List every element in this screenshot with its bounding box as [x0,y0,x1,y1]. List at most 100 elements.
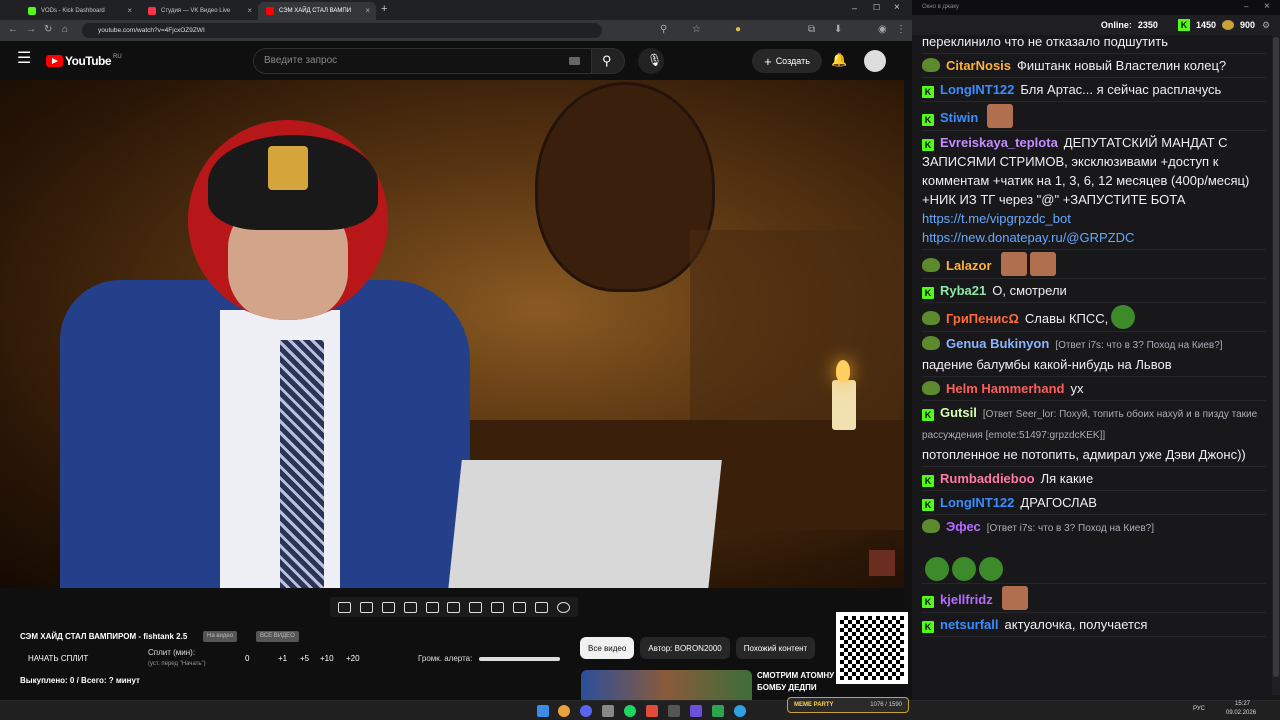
search-icon[interactable]: ⚲ [660,24,667,36]
clock-time[interactable]: 15:27 [1228,701,1250,707]
download-icon[interactable]: ⬇ [834,24,842,36]
close-window-icon[interactable]: × [894,2,900,13]
maximize-icon[interactable]: ☐ [873,3,880,12]
badge-on-video[interactable]: На видео [203,631,238,642]
menu-dots-icon[interactable]: ⋮ [896,24,906,36]
chip-similar[interactable]: Похожий контент [735,637,816,659]
close-icon[interactable]: × [1264,1,1270,12]
chat-window-title: Окно в джаку [912,0,1280,15]
channel-watermark[interactable] [869,550,895,576]
video-player[interactable] [0,80,905,588]
chat-message: Эфес [Ответ i7s: что в 3? Поход на Киев?] [922,515,1266,584]
youtube-icon [266,7,274,15]
tab-vk-studio[interactable]: Студия — VK Видео Live × [140,2,258,20]
app-icon[interactable] [668,705,680,717]
loop-icon[interactable] [338,601,352,613]
extension-icon[interactable]: ● [735,24,741,36]
star-icon[interactable]: ☆ [692,24,701,36]
clapper-icon[interactable] [403,601,417,613]
discord-icon[interactable] [580,705,592,717]
chat-username[interactable]: ГриПенисΩ [946,311,1019,326]
overlay-toolbar [330,597,578,617]
add-20-button[interactable]: +20 [346,654,360,663]
search-input[interactable]: Введите запрос [253,48,593,74]
close-icon[interactable]: × [247,6,252,15]
chrome-icon[interactable] [558,705,570,717]
chat-username[interactable]: Stiwin [940,110,978,125]
chat-username[interactable]: kjellfridz [940,592,993,607]
search-button[interactable]: ⚲ [591,48,625,74]
camera-icon[interactable] [512,601,526,613]
page-scrollbar[interactable] [904,80,912,700]
start-split-button[interactable]: НАЧАТЬ СПЛИТ [28,654,88,663]
add-clip-icon[interactable] [491,601,505,613]
chat-link[interactable]: https://new.donatepay.ru/@GRPZDC [922,230,1134,245]
broadcast-icon[interactable] [360,601,374,613]
alert-volume-slider[interactable] [479,657,560,661]
hamburger-menu-icon[interactable]: ☰ [17,51,31,67]
minimize-icon[interactable]: – [1244,2,1248,11]
chat-username[interactable]: Evreiskaya_teplota [940,135,1058,150]
film-icon[interactable] [447,601,461,613]
voice-search-button[interactable]: 🎙 [638,48,664,74]
tab-kick-dashboard[interactable]: VODs - Kick Dashboard × [20,2,138,20]
new-tab-button[interactable]: + [381,3,387,15]
chat-username[interactable]: Helm Hammerhand [946,381,1064,396]
gear-icon[interactable] [556,601,570,613]
pip-icon[interactable] [425,601,439,613]
profile-icon[interactable]: ◉ [878,24,887,36]
flask-icon[interactable] [534,601,548,613]
app-icon[interactable] [690,705,702,717]
notifications-bell-icon[interactable]: 🔔 [831,52,847,68]
chat-username[interactable]: Genua Bukinyon [946,336,1049,351]
chat-message: K Ryba21 О, смотрели [922,279,1266,303]
url-field[interactable]: youtube.com/watch?v=4FjcxOZ9ZWI [82,23,602,38]
tab-title: СЭМ ХАЙД СТАЛ ВАМПИ [279,8,352,14]
reload-icon[interactable]: ↻ [44,24,52,36]
app-icon[interactable] [602,705,614,717]
chat-username[interactable]: Rumbaddieboo [940,471,1035,486]
add-1-button[interactable]: +1 [278,654,287,663]
chat-username[interactable]: Gutsil [940,405,977,420]
related-video-thumbnail[interactable] [581,670,752,700]
split-value[interactable]: 0 [245,654,249,663]
close-icon[interactable]: × [127,6,132,15]
close-icon[interactable]: × [365,6,370,15]
chat-scrollbar[interactable] [1272,35,1280,695]
keyboard-icon[interactable] [569,57,580,65]
avatar[interactable] [864,50,886,72]
home-icon[interactable]: ⌂ [62,24,68,36]
chat-link[interactable]: https://t.me/vipgrpzdc_bot [922,211,1071,226]
tab-youtube-video[interactable]: СЭМ ХАЙД СТАЛ ВАМПИ × [258,2,376,20]
chat-username[interactable]: LongINT122 [940,495,1014,510]
windows-start-icon[interactable] [537,705,549,717]
forward-icon[interactable]: → [26,24,36,36]
chip-all-videos[interactable]: Все видео [580,637,635,659]
chip-author[interactable]: Автор: BORON2000 [640,637,730,659]
chat-username[interactable]: CitarNosis [946,58,1011,73]
related-video-title[interactable]: СМОТРИМ АТОМНУ БОМБУ ДЕДПИ ВМЕСТЕ С ... [757,670,835,696]
add-10-button[interactable]: +10 [320,654,334,663]
chat-username[interactable]: Ryba21 [940,283,986,298]
spotify-icon[interactable] [624,705,636,717]
chat-username[interactable]: Эфес [946,519,981,534]
create-button[interactable]: + Создать [752,49,822,73]
youtube-logo[interactable]: YouTube RU [46,54,122,68]
app-icon[interactable] [712,705,724,717]
telegram-icon[interactable] [734,705,746,717]
minimize-icon[interactable]: – [852,3,857,13]
chat-username[interactable]: Lalazor [946,258,992,273]
chat-username[interactable]: netsurfall [940,617,999,632]
tie [280,340,324,588]
clock-date[interactable]: 09.02.2026 [1226,710,1256,716]
obs-icon[interactable] [646,705,658,717]
badge-all-videos[interactable]: ВСЕ ВИДЕО [256,631,299,642]
screen-icon[interactable] [382,601,396,613]
speed-icon[interactable] [469,601,483,613]
pepe-badge-icon [922,381,940,395]
back-icon[interactable]: ← [8,24,18,36]
chat-username[interactable]: LongINT122 [940,82,1014,97]
language-indicator[interactable]: РУС [1193,706,1205,712]
add-5-button[interactable]: +5 [300,654,309,663]
extensions-puzzle-icon[interactable]: ⧉ [808,24,815,36]
